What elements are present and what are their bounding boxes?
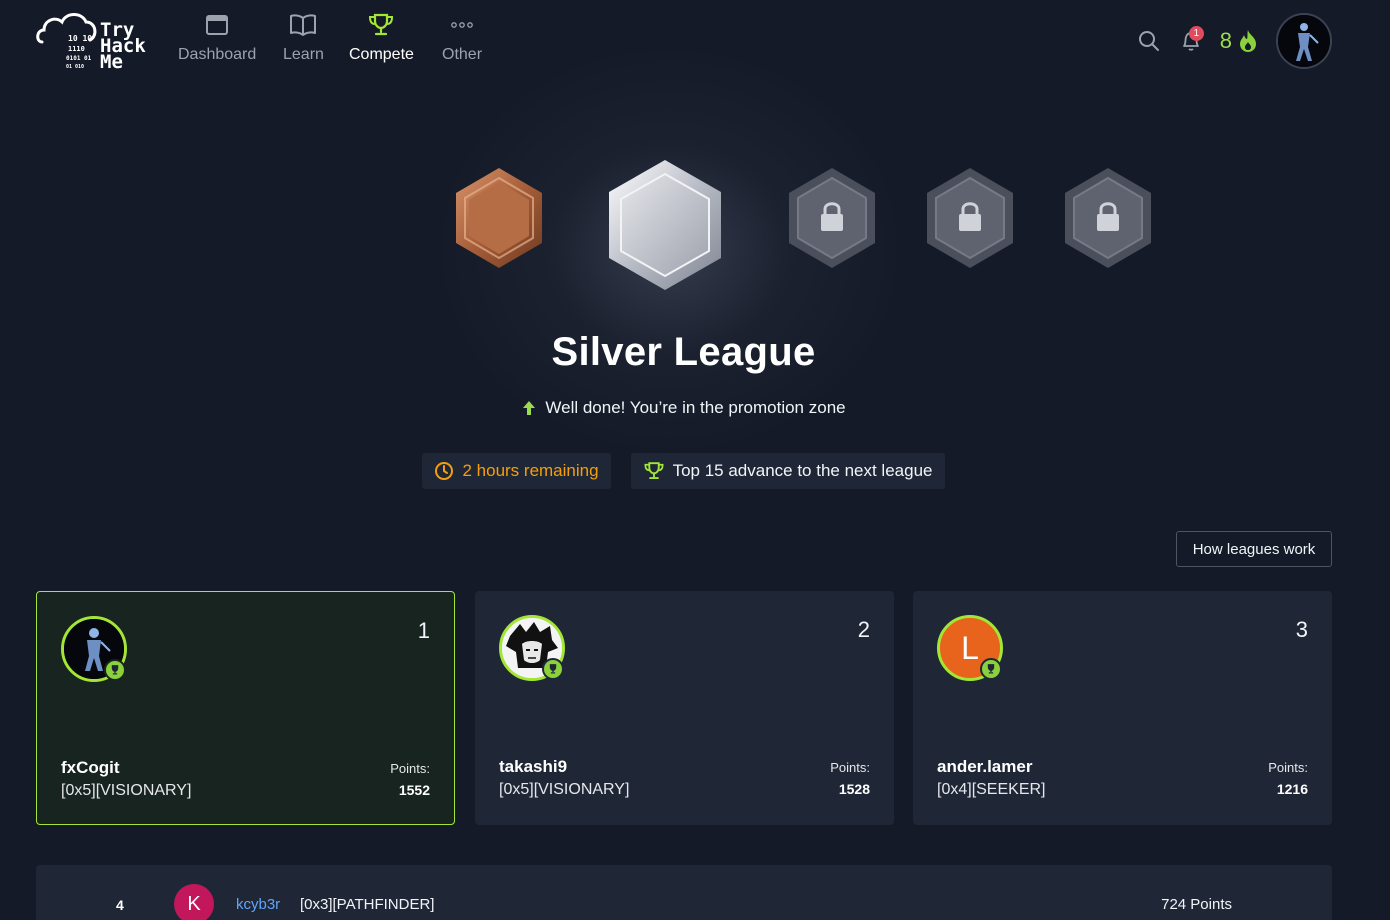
how-leagues-work-button[interactable]: How leagues work [1176,531,1332,567]
user-avatar-button[interactable] [1276,13,1332,69]
league-title: Silver League [551,330,816,374]
clock-icon [435,462,454,480]
podium-card-3[interactable]: L 3 ander.lamer [0x4][SEEKER] Points: 12… [913,591,1332,825]
tryhackme-logo[interactable]: 10 10 1110 0101 01 01 010 Try Hack Me [36,8,156,74]
bronze-badge-icon [456,168,542,268]
nav-learn-label: Learn [283,46,324,63]
points-value: 724 Points [1161,896,1232,913]
trophy-badge-icon [542,658,564,680]
points-label: Points: [830,760,870,775]
window-icon [205,12,229,38]
locked-badge-icon [1065,168,1151,268]
search-button[interactable] [1128,20,1170,62]
locked-badge-icon [789,168,875,268]
arrow-up-icon [523,401,536,415]
locked-badge-icon [927,168,1013,268]
username[interactable]: fxCogit [61,758,120,778]
logo-binary-1: 10 10 [68,34,92,43]
notifications-button[interactable]: 1 [1170,20,1212,62]
username[interactable]: takashi9 [499,757,567,777]
logo-binary-4: 01 010 [66,64,84,70]
cloud-logo-icon: 10 10 1110 0101 01 01 010 [36,13,97,70]
user-rank-title: [0x5][VISIONARY] [61,782,192,799]
trophy-icon [367,12,395,38]
nav-compete[interactable]: Compete [349,12,414,64]
nav-dashboard[interactable]: Dashboard [178,12,256,64]
points-value: 1552 [398,782,430,798]
points-value: 1216 [1276,781,1308,797]
nav-dashboard-label: Dashboard [178,46,257,63]
user-rank-title: [0x3][PATHFINDER] [300,896,435,913]
dots-icon [450,12,474,38]
league-tier-badges [0,150,1390,300]
nav-learn[interactable]: Learn [283,12,324,64]
logo-binary-2: 1110 [68,45,85,53]
flame-icon [1240,30,1256,52]
time-remaining-chip: 2 hours remaining [422,453,611,489]
notification-count-badge: 1 [1188,26,1204,41]
rank-number: 4 [116,897,124,913]
logo-wordmark: Try Hack Me [100,21,146,72]
advance-info-chip: Top 15 advance to the next league [630,453,945,489]
username-link[interactable]: kcyb3r [236,896,280,913]
streak-counter[interactable]: 8 [1220,28,1260,54]
points-value: 1528 [838,781,870,797]
nav-right-group: 1 8 [1128,13,1332,69]
rank-number: 2 [857,617,870,642]
top-nav: 10 10 1110 0101 01 01 010 Try Hack Me Da… [0,0,1390,84]
avatar: K [174,884,214,920]
user-rank-title: [0x5][VISIONARY] [499,781,630,798]
leaderboard-row[interactable]: 4 K kcyb3r [0x3][PATHFINDER] 724 Points [36,865,1332,920]
advance-text: Top 15 advance to the next league [672,461,933,480]
podium-card-1[interactable]: 1 fxCogit [0x5][VISIONARY] Points: 1552 [36,591,455,825]
trophy-badge-icon [980,658,1002,680]
streak-count: 8 [1219,28,1232,53]
nav-other[interactable]: Other [442,12,482,64]
rank-number: 1 [417,618,430,643]
trophy-badge-icon [104,659,126,681]
silver-badge-icon [609,160,721,290]
points-label: Points: [1268,760,1308,775]
search-icon [1138,31,1159,51]
nav-other-label: Other [442,46,483,63]
avatar-robot-icon [1278,15,1330,67]
promotion-text: Well done! You’re in the promotion zone [545,398,846,417]
username[interactable]: ander.lamer [937,757,1032,777]
nav-compete-label: Compete [349,46,414,63]
podium-card-2[interactable]: 2 takashi9 [0x5][VISIONARY] Points: 1528 [475,591,894,825]
promotion-status: Well done! You’re in the promotion zone [0,398,1367,418]
rank-number: 3 [1295,617,1308,642]
book-icon [289,12,317,38]
logo-binary-3: 0101 01 [66,55,92,62]
points-label: Points: [390,761,430,776]
time-remaining-text: 2 hours remaining [462,461,599,480]
trophy-icon [644,462,664,480]
user-rank-title: [0x4][SEEKER] [937,781,1046,798]
league-info-chips: 2 hours remaining Top 15 advance to the … [0,453,1367,489]
